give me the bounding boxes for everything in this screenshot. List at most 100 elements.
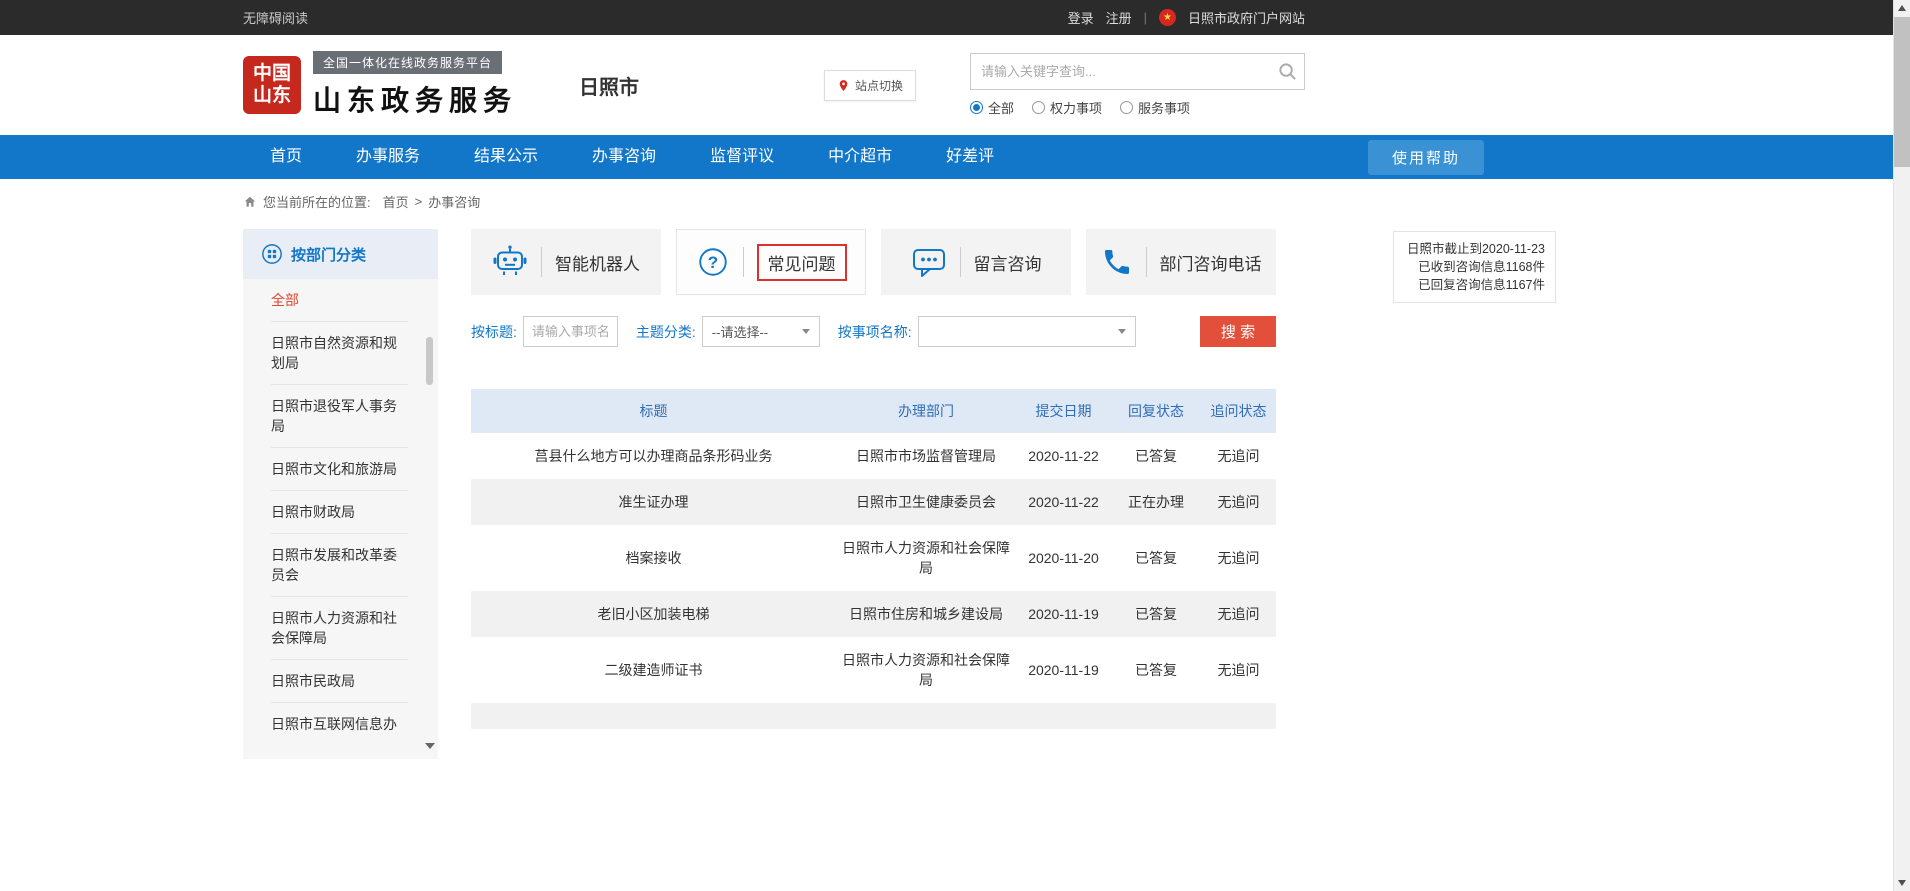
sidebar-title: 按部门分类 <box>291 244 366 265</box>
item-select[interactable] <box>918 316 1136 347</box>
scroll-up-icon[interactable] <box>1898 5 1906 11</box>
sidebar-item-civil-affairs[interactable]: 日照市民政局 <box>271 660 408 703</box>
sidebar-item-natural-resources[interactable]: 日照市自然资源和规划局 <box>271 322 408 385</box>
title-filter-label: 按标题: <box>471 322 517 342</box>
row-follow-status: 无追问 <box>1201 433 1276 479</box>
row-title-link[interactable]: 档案接收 <box>471 525 836 591</box>
topic-select-value: --请选择-- <box>712 322 768 341</box>
site-switch-button[interactable]: 站点切换 <box>824 70 916 101</box>
search-icon[interactable] <box>1278 62 1297 86</box>
register-link[interactable]: 注册 <box>1106 8 1132 27</box>
breadcrumb-current: 办事咨询 <box>428 192 480 211</box>
table-row-partial <box>471 703 1276 729</box>
tab-label-faq: 常见问题 <box>757 244 847 281</box>
nav-item-rating[interactable]: 好差评 <box>919 135 1021 179</box>
site-header: 中国 山东 全国一体化在线政务服务平台 山东政务服务 日照市 站点切换 全部 <box>0 35 1910 135</box>
nav-item-supervision[interactable]: 监督评议 <box>683 135 801 179</box>
question-icon: ? <box>696 245 730 279</box>
nav-item-agency[interactable]: 中介超市 <box>801 135 919 179</box>
tab-smart-robot[interactable]: 智能机器人 <box>471 229 661 295</box>
radio-all[interactable]: 全部 <box>970 98 1014 117</box>
nav-item-results[interactable]: 结果公示 <box>447 135 565 179</box>
row-date: 2020-11-19 <box>1016 637 1111 703</box>
search-button[interactable]: 搜 索 <box>1200 316 1276 347</box>
row-follow-status: 无追问 <box>1201 525 1276 591</box>
sidebar-item-veterans[interactable]: 日照市退役军人事务局 <box>271 385 408 448</box>
tab-label-phone-directory: 部门咨询电话 <box>1160 250 1262 275</box>
shandong-seal-logo: 中国 山东 <box>243 56 301 114</box>
table-row: 莒县什么地方可以办理商品条形码业务 日照市市场监督管理局 2020-11-22 … <box>471 433 1276 479</box>
platform-badge: 全国一体化在线政务服务平台 <box>313 51 502 74</box>
sidebar-item-human-resources[interactable]: 日照市人力资源和社会保障局 <box>271 597 408 660</box>
row-reply-status: 已答复 <box>1111 637 1201 703</box>
sidebar-scrollbar-thumb[interactable] <box>426 337 433 385</box>
nav-item-home[interactable]: 首页 <box>243 135 329 179</box>
row-title-link[interactable]: 莒县什么地方可以办理商品条形码业务 <box>471 433 836 479</box>
breadcrumb-home[interactable]: 首页 <box>383 192 409 211</box>
page-scrollbar[interactable] <box>1893 0 1910 891</box>
item-filter-label: 按事项名称: <box>838 322 912 342</box>
nav-item-consult[interactable]: 办事咨询 <box>565 135 683 179</box>
row-date: 2020-11-19 <box>1016 591 1111 637</box>
radio-label: 全部 <box>988 98 1014 117</box>
row-title-link[interactable]: 准生证办理 <box>471 479 836 525</box>
radio-service-items[interactable]: 服务事项 <box>1120 98 1190 117</box>
row-reply-status: 正在办理 <box>1111 479 1201 525</box>
consultation-stats: 日照市截止到2020-11-23 已收到咨询信息1168件 已回复咨询信息116… <box>1393 231 1556 303</box>
row-title-link[interactable]: 二级建造师证书 <box>471 637 836 703</box>
topic-filter-label: 主题分类: <box>636 322 696 342</box>
search-scope-radios: 全部 权力事项 服务事项 <box>970 98 1305 117</box>
radio-label: 服务事项 <box>1138 98 1190 117</box>
tab-label-leave-message: 留言咨询 <box>974 250 1042 275</box>
keyword-search-input[interactable] <box>970 53 1305 90</box>
department-sidebar: 按部门分类 全部 日照市自然资源和规划局 日照市退役军人事务局 日照市文化和旅游… <box>243 229 438 759</box>
tab-leave-message[interactable]: 留言咨询 <box>881 229 1071 295</box>
sidebar-item-culture-tourism[interactable]: 日照市文化和旅游局 <box>271 448 408 491</box>
sidebar-item-internet-info[interactable]: 日照市互联网信息办 <box>271 703 408 745</box>
radio-label: 权力事项 <box>1050 98 1102 117</box>
col-date: 提交日期 <box>1016 389 1111 433</box>
row-title-link[interactable]: 老旧小区加装电梯 <box>471 591 836 637</box>
chevron-down-icon <box>802 329 810 334</box>
col-follow-status: 追问状态 <box>1201 389 1276 433</box>
national-emblem-icon: ★ <box>1159 9 1176 26</box>
topic-select[interactable]: --请选择-- <box>702 316 820 347</box>
row-follow-status: 无追问 <box>1201 637 1276 703</box>
seal-text-top: 中国 <box>253 63 291 85</box>
row-date: 2020-11-22 <box>1016 433 1111 479</box>
col-title: 标题 <box>471 389 836 433</box>
consult-channel-tabs: 智能机器人 ? 常见问题 <box>471 229 1276 295</box>
row-department: 日照市人力资源和社会保障局 <box>836 637 1016 703</box>
portal-link[interactable]: 日照市政府门户网站 <box>1188 8 1305 27</box>
stats-replied-count: 已回复咨询信息1167件 <box>1404 276 1545 294</box>
main-nav: 首页 办事服务 结果公示 办事咨询 监督评议 中介超市 好差评 使用帮助 <box>0 135 1910 179</box>
city-name: 日照市 <box>579 71 639 100</box>
robot-icon <box>492 244 528 280</box>
radio-power-items[interactable]: 权力事项 <box>1032 98 1102 117</box>
chevron-down-icon <box>1118 329 1126 334</box>
card-divider <box>743 247 744 277</box>
sidebar-item-finance[interactable]: 日照市财政局 <box>271 491 408 534</box>
location-pin-icon <box>837 79 850 92</box>
table-row: 老旧小区加装电梯 日照市住房和城乡建设局 2020-11-19 已答复 无追问 <box>471 591 1276 637</box>
sidebar-item-development-reform[interactable]: 日照市发展和改革委员会 <box>271 534 408 597</box>
breadcrumb-prefix: 您当前所在的位置: <box>263 192 371 211</box>
message-icon <box>911 245 947 279</box>
breadcrumb-separator: > <box>415 194 423 209</box>
help-button[interactable]: 使用帮助 <box>1368 140 1484 175</box>
sidebar-scroll-down-icon[interactable] <box>425 743 435 749</box>
title-filter-input[interactable] <box>523 316 618 347</box>
row-reply-status: 已答复 <box>1111 433 1201 479</box>
tab-phone-directory[interactable]: 部门咨询电话 <box>1086 229 1276 295</box>
sidebar-item-all[interactable]: 全部 <box>271 279 408 322</box>
department-category-icon <box>261 243 283 265</box>
login-link[interactable]: 登录 <box>1068 8 1094 27</box>
col-department: 办理部门 <box>836 389 1016 433</box>
row-date: 2020-11-20 <box>1016 525 1111 591</box>
scroll-down-icon[interactable] <box>1898 880 1906 886</box>
accessibility-link[interactable]: 无障碍阅读 <box>243 8 308 27</box>
stats-cutoff-date: 日照市截止到2020-11-23 <box>1404 240 1545 258</box>
tab-faq[interactable]: ? 常见问题 <box>676 229 866 295</box>
nav-item-services[interactable]: 办事服务 <box>329 135 447 179</box>
scrollbar-thumb[interactable] <box>1894 17 1910 167</box>
